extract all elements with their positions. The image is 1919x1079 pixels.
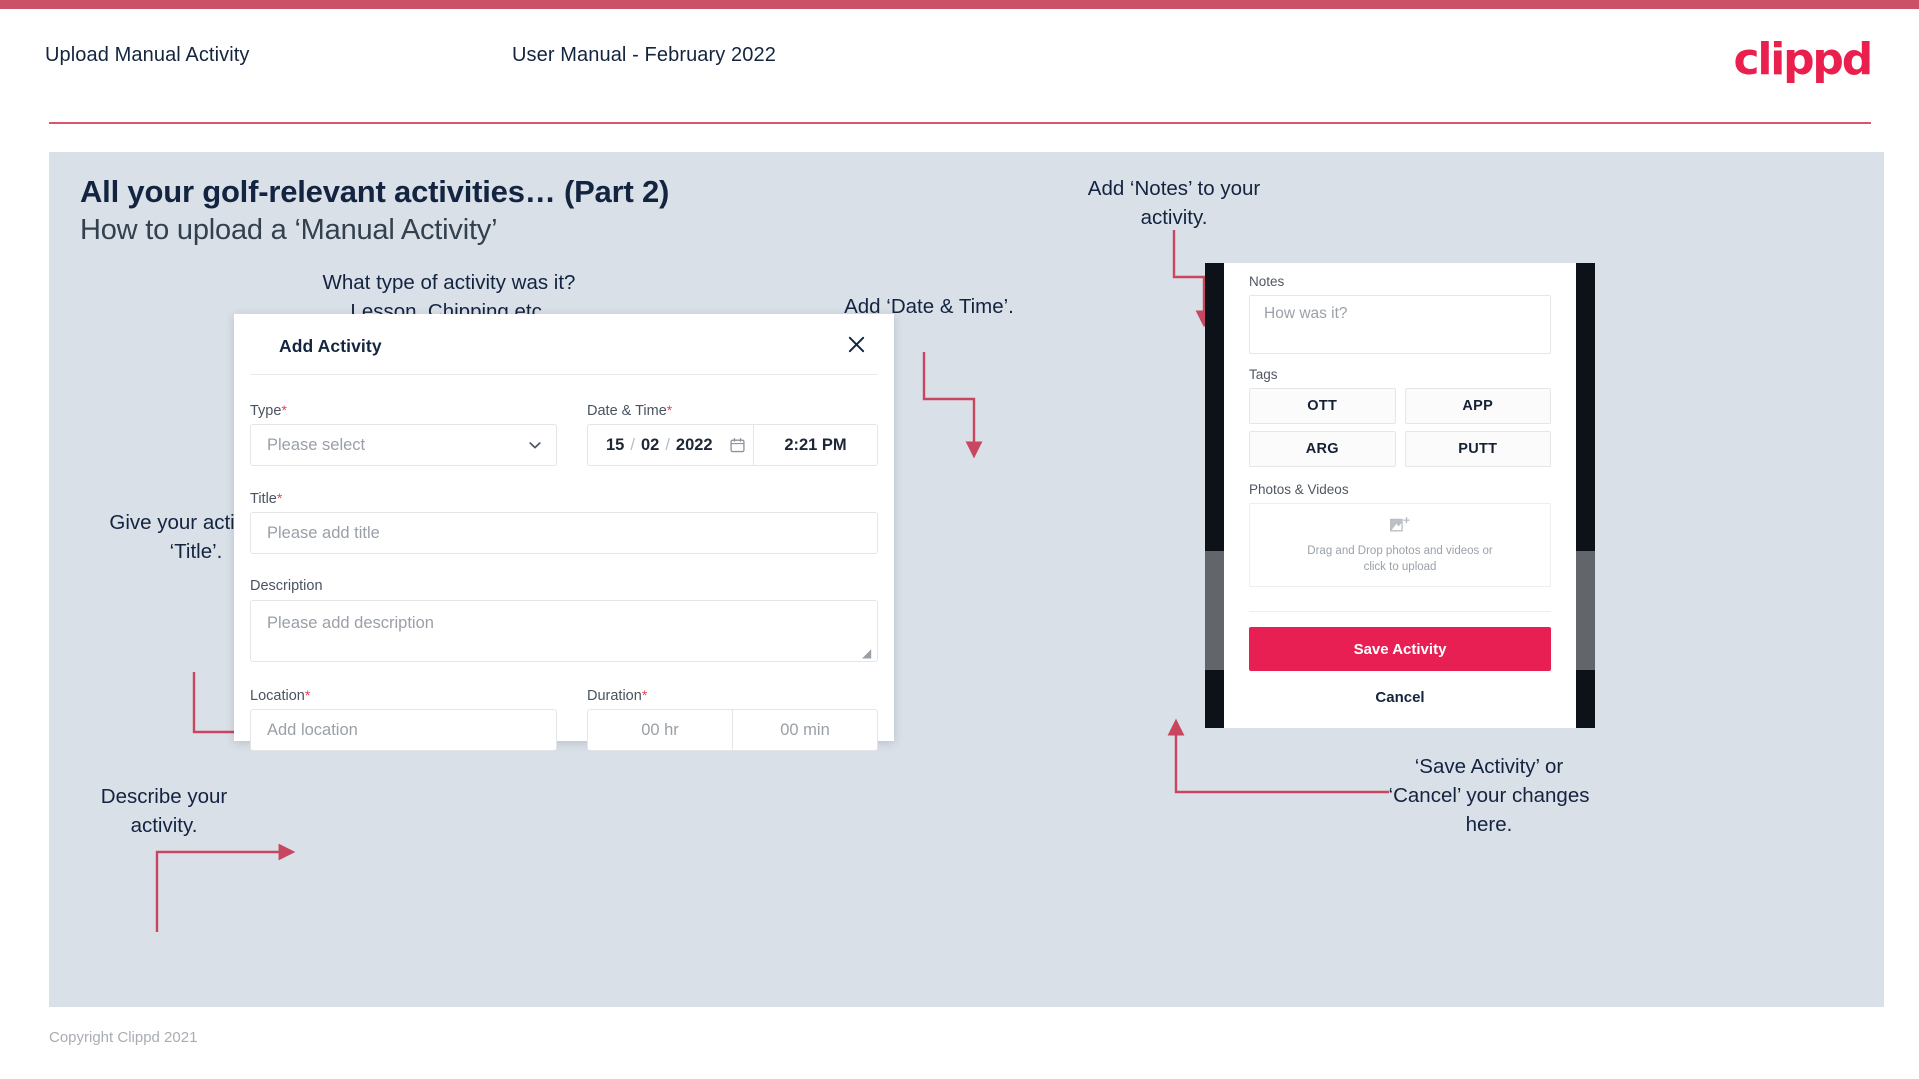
location-label-text: Location <box>250 688 305 704</box>
date-month: 02 <box>640 435 660 454</box>
title-required-mark: * <box>276 490 283 506</box>
location-input-value: Add location <box>267 720 358 739</box>
notes-textarea-value: How was it? <box>1264 305 1348 322</box>
title-label-text: Title <box>250 491 277 507</box>
datetime-label-text: Date & Time <box>587 403 667 419</box>
annotation-save: ‘Save Activity’ or ‘Cancel’ your changes… <box>1388 755 1590 836</box>
close-icon[interactable] <box>840 328 872 360</box>
duration-minutes-value: 00 min <box>780 720 830 739</box>
datetime-required-mark: * <box>666 402 673 418</box>
dialog-header-divider <box>250 374 878 375</box>
add-image-icon <box>1390 516 1410 531</box>
phone-frame-left <box>1205 263 1224 728</box>
title-input[interactable]: Please add title <box>250 512 878 554</box>
date-day: 15 <box>606 435 625 454</box>
date-sep-1: / <box>630 435 635 454</box>
tag-button-ott[interactable]: OTT <box>1249 388 1396 424</box>
type-select[interactable]: Please select <box>250 424 557 466</box>
calendar-icon[interactable] <box>729 437 746 454</box>
duration-group: 00 hr 00 min <box>587 709 878 751</box>
phone-frame-right <box>1576 263 1595 728</box>
location-input[interactable]: Add location <box>250 709 557 751</box>
slide-canvas: All your golf-relevant activities… (Part… <box>49 152 1884 1007</box>
date-year: 2022 <box>675 435 713 454</box>
dropzone-text: Drag and Drop photos and videos or click… <box>1307 543 1492 575</box>
add-activity-dialog: Add Activity Type* Please select Date & … <box>234 314 894 751</box>
description-label-text: Description <box>250 578 323 594</box>
header-center-title: User Manual - February 2022 <box>512 44 776 66</box>
type-required-mark: * <box>281 402 287 418</box>
phone-rail-grey-left <box>1205 551 1224 670</box>
photos-videos-label: Photos & Videos <box>1249 482 1349 497</box>
date-sep-2: / <box>665 435 670 454</box>
title-label: Title* <box>250 490 282 507</box>
notes-label: Notes <box>1249 274 1285 289</box>
clippd-logo: clippd <box>1733 34 1873 85</box>
chevron-down-icon <box>529 442 541 449</box>
tags-grid: OTT APP ARG PUTT <box>1249 388 1551 467</box>
slide-page: Upload Manual Activity User Manual - Feb… <box>0 0 1919 1079</box>
location-label: Location* <box>250 687 310 704</box>
dialog-title: Add Activity <box>279 336 382 356</box>
phone-mockup: Notes How was it? Tags OTT APP ARG PUTT … <box>1205 263 1595 728</box>
top-accent-bar <box>0 0 1919 9</box>
title-input-value: Please add title <box>267 523 380 542</box>
location-required-mark: * <box>304 687 311 703</box>
duration-hours-input[interactable]: 00 hr <box>588 710 732 750</box>
footer-copyright: Copyright Clippd 2021 <box>49 1029 198 1046</box>
annotation-notes: Add ‘Notes’ to your activity. <box>1087 177 1261 229</box>
notes-textarea[interactable]: How was it? <box>1249 295 1551 354</box>
datetime-label: Date & Time* <box>587 402 672 419</box>
dropzone-line-1: Drag and Drop photos and videos or <box>1307 544 1493 557</box>
duration-label: Duration* <box>587 687 647 704</box>
tag-button-arg[interactable]: ARG <box>1249 431 1396 467</box>
datetime-group: 15 / 02 / 2022 2:21 PM <box>587 424 878 466</box>
page-subtitle: How to upload a ‘Manual Activity’ <box>80 214 498 246</box>
type-label-text: Type <box>250 403 282 419</box>
time-input[interactable]: 2:21 PM <box>754 425 877 465</box>
dropzone-line-2: click to upload <box>1363 560 1437 573</box>
tag-button-app[interactable]: APP <box>1404 388 1551 424</box>
tag-button-putt[interactable]: PUTT <box>1404 431 1551 467</box>
save-activity-button[interactable]: Save Activity <box>1249 627 1551 671</box>
header-left-title: Upload Manual Activity <box>45 44 250 66</box>
duration-label-text: Duration <box>587 688 642 704</box>
page-title: All your golf-relevant activities… (Part… <box>80 174 670 209</box>
resize-handle-icon[interactable]: ◢ <box>862 647 874 659</box>
photo-video-dropzone[interactable]: Drag and Drop photos and videos or click… <box>1249 503 1551 587</box>
phone-screen: Notes How was it? Tags OTT APP ARG PUTT … <box>1224 263 1576 728</box>
cancel-button[interactable]: Cancel <box>1249 683 1551 711</box>
phone-rail-grey-right <box>1576 551 1595 670</box>
header-divider <box>49 122 1871 124</box>
description-textarea-value: Please add description <box>267 614 434 632</box>
type-label: Type* <box>250 402 287 419</box>
duration-hours-value: 00 hr <box>641 720 679 739</box>
description-label: Description <box>250 578 323 594</box>
annotation-description: Describe your activity. <box>100 785 228 837</box>
date-input[interactable]: 15 / 02 / 2022 <box>588 425 754 465</box>
duration-minutes-input[interactable]: 00 min <box>732 710 877 750</box>
description-textarea[interactable]: Please add description ◢ <box>250 600 878 662</box>
phone-divider <box>1249 611 1551 612</box>
type-select-value: Please select <box>267 435 366 454</box>
tags-label: Tags <box>1249 367 1278 382</box>
time-value: 2:21 PM <box>784 435 847 454</box>
duration-required-mark: * <box>641 687 648 703</box>
